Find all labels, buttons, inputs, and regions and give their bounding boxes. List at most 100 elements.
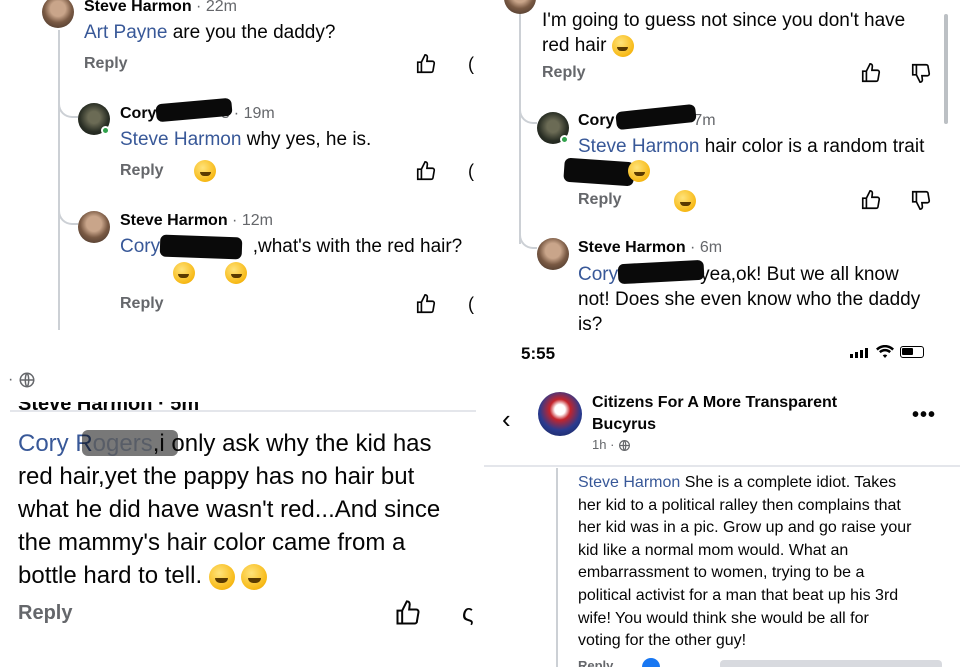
divider bbox=[10, 410, 476, 412]
post-time: 1h · bbox=[592, 437, 615, 452]
redaction-mark bbox=[563, 157, 635, 187]
reply-button[interactable]: Reply bbox=[18, 602, 72, 625]
commenter-name[interactable]: Cory bbox=[120, 105, 156, 122]
reply-button[interactable]: Reply bbox=[120, 162, 164, 180]
laughing-emoji-icon bbox=[194, 160, 216, 182]
comment-text: yea,ok! But we all know bbox=[700, 264, 899, 285]
mention-link[interactable]: Steve Harmon bbox=[120, 129, 241, 150]
comment-header: Steve Harmon · 22m bbox=[84, 0, 237, 16]
globe-icon bbox=[18, 371, 36, 389]
avatar[interactable] bbox=[78, 211, 110, 243]
commenter-name[interactable]: Steve Harmon bbox=[578, 239, 686, 256]
thumbs-down-icon[interactable] bbox=[910, 189, 932, 211]
comment-text: wife! You would think she would be all f… bbox=[578, 609, 869, 627]
thumbs-down-icon[interactable]: ( bbox=[468, 294, 474, 315]
thumbs-up-icon[interactable] bbox=[415, 53, 437, 75]
comment-body: Art Payne are you the daddy? bbox=[84, 22, 335, 44]
mention-link[interactable]: Cory bbox=[578, 264, 618, 285]
redaction-mark bbox=[82, 430, 178, 456]
comment-text: embarrassment to women, trying to be a bbox=[578, 564, 865, 582]
thumbs-down-icon[interactable]: ς bbox=[462, 600, 474, 628]
like-reaction-icon bbox=[642, 658, 660, 667]
thread-branch bbox=[58, 195, 78, 225]
thumbs-up-icon[interactable] bbox=[415, 293, 437, 315]
mention-link[interactable]: Steve Harmon bbox=[578, 136, 699, 157]
avatar[interactable] bbox=[537, 238, 569, 270]
thumbs-up-icon[interactable] bbox=[394, 599, 422, 627]
comment-text: I'm going to guess not since you don't h… bbox=[542, 10, 906, 31]
comment-time: · 6m bbox=[690, 239, 723, 256]
panel-top-left: Steve Harmon · 22m Art Payne are you the… bbox=[0, 0, 478, 340]
comment-text: the mammy's hair color came from a bbox=[18, 529, 406, 556]
thread-branch bbox=[519, 225, 537, 249]
mention-link[interactable]: Steve Harmon bbox=[578, 474, 680, 491]
online-status-dot bbox=[101, 126, 110, 135]
thumbs-up-icon[interactable] bbox=[860, 189, 882, 211]
comment-text: political activist for a man that beat u… bbox=[578, 586, 899, 604]
comment-body: Steve Harmon She is a complete idiot. Ta… bbox=[578, 472, 912, 653]
reply-button[interactable]: Reply bbox=[578, 658, 613, 667]
wifi-icon bbox=[876, 345, 894, 359]
panel-bottom-right: 5:55 ‹ Citizens For A More Transparent B… bbox=[484, 340, 960, 667]
group-name[interactable]: Citizens For A More Transparent Bucyrus bbox=[592, 392, 837, 436]
comment-text: what he did have wasn't red...And since bbox=[18, 496, 441, 523]
laughing-emoji-icon bbox=[674, 190, 697, 212]
post-meta: 1h · bbox=[592, 437, 631, 452]
commenter-name[interactable]: Cory bbox=[578, 112, 614, 129]
thinking-emoji-icon bbox=[225, 262, 248, 284]
redaction-mark bbox=[159, 234, 243, 260]
comment-text: ,what's with the red hair? bbox=[252, 236, 463, 257]
group-name-line: Bucyrus bbox=[592, 416, 657, 433]
group-avatar[interactable] bbox=[538, 392, 582, 436]
reply-button[interactable]: Reply bbox=[542, 64, 586, 82]
back-button[interactable]: ‹ bbox=[502, 404, 511, 435]
thumbs-down-icon[interactable]: ( bbox=[468, 54, 474, 75]
comment-text: why yes, he is. bbox=[246, 129, 372, 150]
group-name-line: Citizens For A More Transparent bbox=[592, 394, 838, 411]
scrollbar[interactable] bbox=[944, 14, 948, 124]
comment-text: ,i only ask why the kid has bbox=[152, 430, 432, 457]
comment-text: bottle hard to tell. bbox=[18, 562, 203, 589]
thumbs-up-icon[interactable] bbox=[860, 62, 882, 84]
post-meta: · bbox=[8, 371, 36, 389]
mention-link[interactable]: Art Payne bbox=[84, 22, 167, 43]
avatar[interactable] bbox=[42, 0, 74, 28]
thread-branch bbox=[58, 90, 78, 118]
comment-header: Steve Harmon · 6m bbox=[578, 239, 722, 257]
thumbs-down-icon[interactable] bbox=[910, 62, 932, 84]
online-status-dot bbox=[560, 135, 569, 144]
avatar[interactable] bbox=[504, 0, 536, 14]
comment-text: She is a complete idiot. Takes bbox=[684, 474, 897, 491]
reply-button[interactable]: Reply bbox=[120, 295, 164, 313]
comment-text: red hair bbox=[542, 35, 607, 56]
more-options-button[interactable]: ••• bbox=[912, 404, 936, 427]
comment-body: Steve Harmon why yes, he is. bbox=[120, 129, 371, 151]
commenter-name[interactable]: Steve Harmon bbox=[120, 212, 228, 229]
commenter-name[interactable]: Steve Harmon bbox=[84, 0, 192, 15]
comment-text: voting for the other guy! bbox=[578, 632, 747, 650]
comment-body: I'm going to guess not since you don't h… bbox=[542, 8, 905, 58]
status-bar-time: 5:55 bbox=[521, 344, 556, 363]
comment-time: · 12m bbox=[232, 212, 273, 229]
globe-icon bbox=[618, 439, 631, 452]
panel-top-right: I'm going to guess not since you don't h… bbox=[484, 0, 960, 340]
thumbs-up-icon[interactable] bbox=[415, 160, 437, 182]
divider bbox=[484, 465, 960, 467]
thread-branch bbox=[519, 100, 537, 124]
panel-bottom-left: · Steve Harmon · 5m Cory Rogers,i only a… bbox=[0, 366, 478, 667]
reply-button[interactable]: Reply bbox=[84, 55, 128, 73]
rolling-laughing-emoji-icon bbox=[241, 563, 268, 590]
comment-body: Steve Harmon hair color is a random trai… bbox=[578, 136, 924, 158]
signal-icon bbox=[850, 348, 868, 358]
comment-header: Steve Harmon · 12m bbox=[120, 212, 273, 230]
reply-button[interactable]: Reply bbox=[578, 191, 622, 209]
comment-text: red hair,yet the pappy has no hair but bbox=[18, 463, 415, 490]
mention-link[interactable]: Cory bbox=[120, 236, 160, 257]
comment-text: kid like a normal mom would. What an bbox=[578, 541, 849, 559]
eye-roll-emoji-icon bbox=[172, 262, 195, 284]
thumbs-down-icon[interactable]: ( bbox=[468, 161, 474, 182]
comment-text: hair color is a random trait bbox=[704, 136, 925, 157]
thread-line bbox=[556, 468, 558, 667]
battery-icon bbox=[900, 346, 924, 358]
comment-text: her kid was in a pic. Grow up and go rai… bbox=[578, 519, 912, 537]
